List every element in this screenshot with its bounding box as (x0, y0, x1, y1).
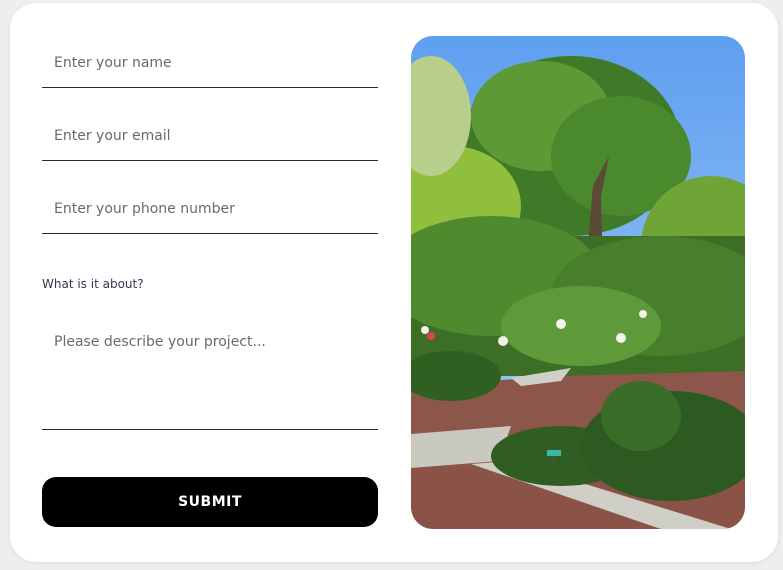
submit-button[interactable]: SUBMIT (42, 477, 378, 527)
garden-photo-illustration (411, 36, 745, 529)
email-input[interactable] (42, 123, 378, 149)
phone-input[interactable] (42, 196, 378, 222)
about-label: What is it about? (42, 277, 144, 291)
description-textarea[interactable] (42, 330, 378, 420)
name-input[interactable] (42, 50, 378, 76)
phone-field (42, 196, 378, 234)
description-field (42, 330, 378, 430)
email-field (42, 123, 378, 161)
garden-photo (411, 36, 745, 529)
name-field (42, 50, 378, 88)
